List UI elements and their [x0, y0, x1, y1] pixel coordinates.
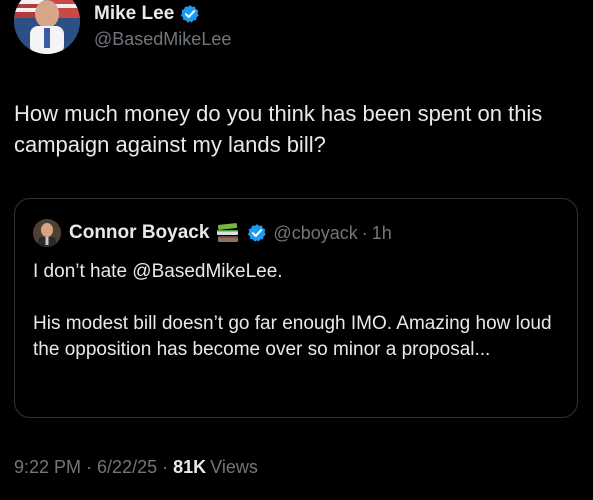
quoted-avatar[interactable]: [33, 219, 61, 247]
author-meta: Mike Lee @BasedMikeLee: [94, 0, 231, 51]
tweet-text: How much money do you think has been spe…: [14, 101, 543, 157]
tweet-time[interactable]: 9:22 PM: [14, 454, 81, 480]
quoted-body-line-1: I don’t hate @BasedMikeLee.: [33, 261, 283, 282]
books-icon: [215, 222, 241, 244]
quoted-handle[interactable]: @cboyack: [273, 223, 357, 244]
quoted-tweet-header: Connor Boyack @cboyack · 1h: [33, 219, 392, 247]
meta-separator: ·: [162, 457, 169, 477]
tweet-author-row: Mike Lee @BasedMikeLee: [14, 0, 231, 54]
quoted-tweet-body: I don’t hate @BasedMikeLee. His modest b…: [33, 259, 563, 363]
avatar[interactable]: [14, 0, 80, 54]
quoted-timestamp[interactable]: 1h: [372, 223, 392, 244]
views-count[interactable]: 81K: [173, 454, 206, 480]
avatar-image: [14, 0, 80, 54]
quoted-display-name[interactable]: Connor Boyack: [69, 222, 209, 244]
quoted-separator: ·: [361, 222, 368, 243]
quoted-tweet-card[interactable]: Connor Boyack @cboyack · 1h I don’t hate…: [14, 198, 578, 418]
verified-badge-icon[interactable]: [247, 223, 267, 243]
tweet-meta-row: 9:22 PM · 6/22/25 · 81K Views: [14, 454, 258, 480]
quoted-body-line-2: His modest bill doesn’t go far enough IM…: [33, 313, 552, 360]
tweet-date[interactable]: 6/22/25: [97, 454, 157, 480]
name-line: Mike Lee: [94, 2, 231, 26]
views-label[interactable]: Views: [210, 454, 258, 480]
meta-separator: ·: [86, 457, 93, 477]
verified-badge-icon[interactable]: [180, 4, 200, 24]
author-display-name[interactable]: Mike Lee: [94, 2, 174, 26]
author-handle[interactable]: @BasedMikeLee: [94, 27, 231, 51]
